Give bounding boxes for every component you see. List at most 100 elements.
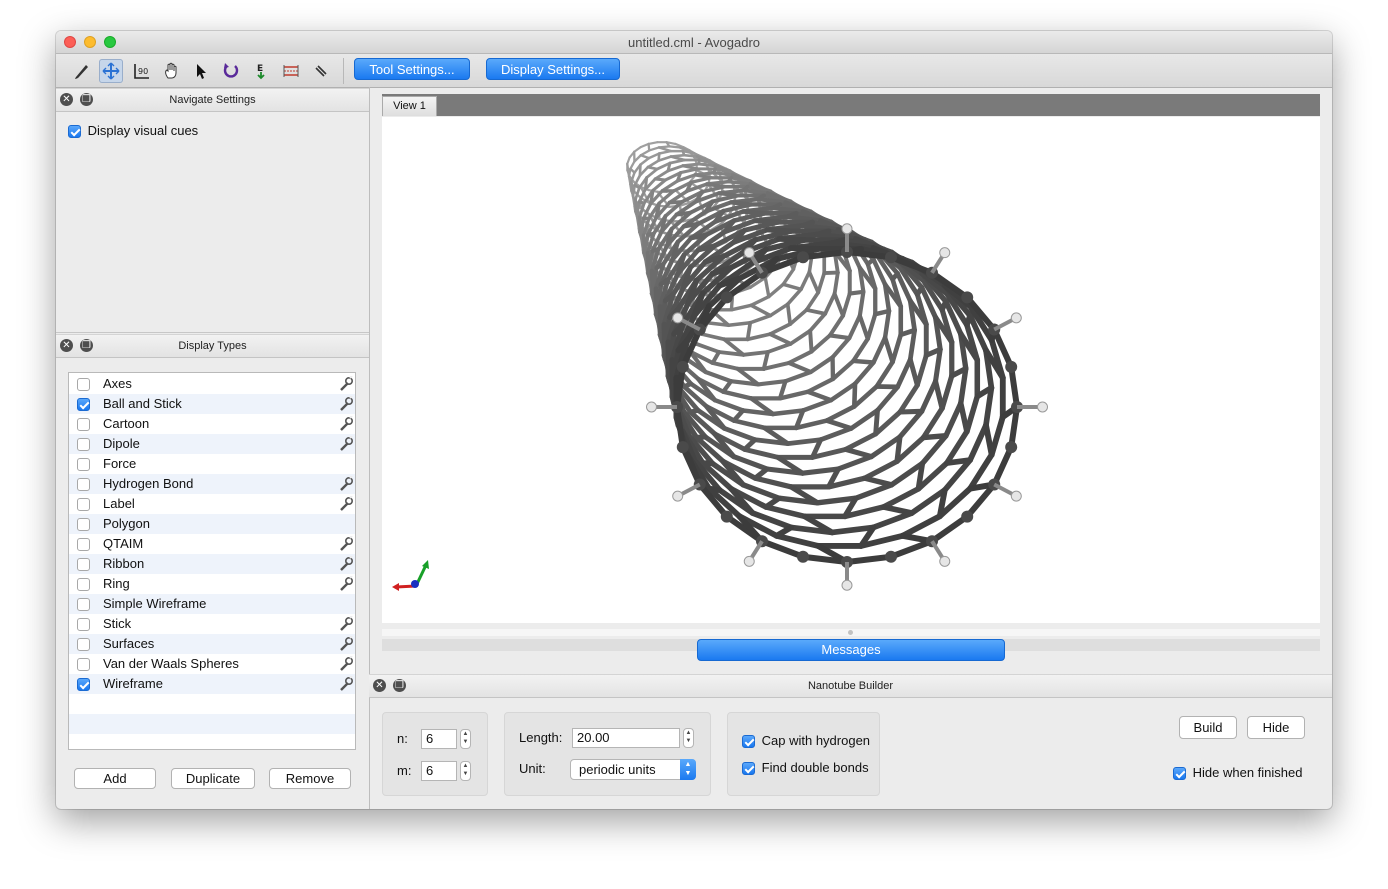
display-type-checkbox[interactable] (77, 438, 90, 451)
duplicate-button[interactable]: Duplicate (171, 768, 255, 789)
unit-select[interactable]: periodic units ▲ ▼ (570, 759, 696, 780)
display-type-row[interactable]: Hydrogen Bond (69, 474, 355, 494)
display-type-row[interactable]: Dipole (69, 434, 355, 454)
display-type-row[interactable]: Surfaces (69, 634, 355, 654)
bond (731, 408, 746, 423)
manipulate-tool-icon[interactable] (159, 59, 183, 83)
bond (816, 271, 827, 295)
display-settings-button[interactable]: Display Settings... (486, 58, 620, 80)
wrench-icon[interactable] (338, 375, 354, 395)
bond (681, 381, 694, 389)
rotate-tool-icon[interactable] (219, 59, 243, 83)
molecule-viewport[interactable] (382, 117, 1320, 623)
wrench-icon[interactable] (338, 535, 354, 555)
wrench-icon[interactable] (338, 475, 354, 495)
bond (844, 553, 894, 565)
wrench-icon[interactable] (338, 395, 354, 415)
visual-cues-label: Display visual cues (87, 123, 199, 138)
bond (783, 369, 813, 384)
hide-button[interactable]: Hide (1247, 716, 1305, 739)
display-type-checkbox[interactable] (77, 498, 90, 511)
hydrogen-atom (1037, 401, 1048, 413)
double-bonds-checkbox[interactable] (742, 762, 755, 776)
display-type-row[interactable]: Wireframe (69, 674, 355, 694)
display-type-row[interactable]: Van der Waals Spheres (69, 654, 355, 674)
bond (752, 218, 781, 225)
wrench-icon[interactable] (338, 655, 354, 675)
wrench-icon[interactable] (338, 555, 354, 575)
auto-optimize-tool-icon[interactable]: E (249, 59, 273, 83)
align-tool-icon[interactable] (279, 59, 303, 83)
add-button[interactable]: Add (74, 768, 156, 789)
display-type-checkbox[interactable] (77, 538, 90, 551)
hide-when-finished-row[interactable]: Hide when finished (1173, 765, 1302, 781)
messages-button[interactable]: Messages (697, 639, 1005, 661)
display-type-row[interactable]: Label (69, 494, 355, 514)
nanotube-molecule[interactable] (382, 117, 1320, 623)
splitter-handle[interactable] (382, 629, 1320, 636)
display-type-label: Ribbon (103, 556, 145, 571)
m-stepper[interactable]: ▲ ▼ (460, 761, 471, 781)
display-type-checkbox[interactable] (77, 478, 90, 491)
n-label: n: (397, 731, 408, 746)
display-type-checkbox[interactable] (77, 618, 90, 631)
remove-button[interactable]: Remove (269, 768, 351, 789)
display-type-row[interactable]: Polygon (69, 514, 355, 534)
display-type-row[interactable]: Axes (69, 374, 355, 394)
display-type-checkbox[interactable] (77, 598, 90, 611)
draw-tool-icon[interactable] (70, 59, 94, 83)
bond (808, 355, 835, 375)
display-type-checkbox[interactable] (77, 658, 90, 671)
select-tool-icon[interactable] (189, 59, 213, 83)
display-type-row[interactable]: Ball and Stick (69, 394, 355, 414)
visual-cues-checkbox[interactable] (68, 125, 81, 139)
wrench-icon[interactable] (338, 415, 354, 435)
tab-view-1[interactable]: View 1 (382, 96, 437, 116)
wrench-icon[interactable] (338, 675, 354, 695)
length-stepper[interactable]: ▲ ▼ (683, 728, 694, 748)
wrench-icon[interactable] (338, 435, 354, 455)
m-input[interactable]: 6 (421, 761, 457, 781)
visual-cues-checkbox-row[interactable]: Display visual cues (68, 123, 199, 139)
tool-settings-button[interactable]: Tool Settings... (354, 58, 470, 80)
wrench-icon[interactable] (338, 635, 354, 655)
build-button[interactable]: Build (1179, 716, 1237, 739)
panel-splitter[interactable] (369, 87, 370, 809)
wrench-icon[interactable] (338, 615, 354, 635)
navigate-tool-icon[interactable] (99, 59, 123, 83)
display-type-row[interactable]: Cartoon (69, 414, 355, 434)
display-type-checkbox[interactable] (77, 378, 90, 391)
n-input[interactable]: 6 (421, 729, 457, 749)
display-type-checkbox[interactable] (77, 678, 90, 691)
bond (763, 495, 782, 510)
cap-hydrogen-row[interactable]: Cap with hydrogen (742, 733, 870, 749)
display-type-row[interactable]: QTAIM (69, 534, 355, 554)
bond (752, 475, 794, 490)
display-type-row[interactable]: Simple Wireframe (69, 594, 355, 614)
bond (805, 376, 836, 394)
display-type-checkbox[interactable] (77, 398, 90, 411)
display-type-checkbox[interactable] (77, 518, 90, 531)
wrench-icon[interactable] (338, 495, 354, 515)
display-type-row[interactable]: Stick (69, 614, 355, 634)
display-type-checkbox[interactable] (77, 638, 90, 651)
display-type-checkbox[interactable] (77, 578, 90, 591)
wrench-icon[interactable] (338, 575, 354, 595)
cap-hydrogen-checkbox[interactable] (742, 735, 755, 749)
display-type-row[interactable]: Force (69, 454, 355, 474)
display-type-checkbox[interactable] (77, 418, 90, 431)
display-type-checkbox[interactable] (77, 558, 90, 571)
display-type-checkbox[interactable] (77, 458, 90, 471)
double-bonds-row[interactable]: Find double bonds (742, 760, 869, 776)
bond (641, 233, 647, 256)
length-input[interactable]: 20.00 (572, 728, 680, 748)
hide-when-finished-checkbox[interactable] (1173, 767, 1186, 781)
n-stepper[interactable]: ▲ ▼ (460, 729, 471, 749)
measure-tool-icon[interactable]: 90 (129, 59, 153, 83)
display-type-row[interactable]: Ribbon (69, 554, 355, 574)
display-type-row[interactable]: Ring (69, 574, 355, 594)
navigate-settings-title: Navigate Settings (169, 94, 256, 106)
display-types-header: ✕ ❐ Display Types (56, 334, 369, 358)
bond (666, 161, 672, 173)
bond-centric-tool-icon[interactable] (309, 59, 333, 83)
